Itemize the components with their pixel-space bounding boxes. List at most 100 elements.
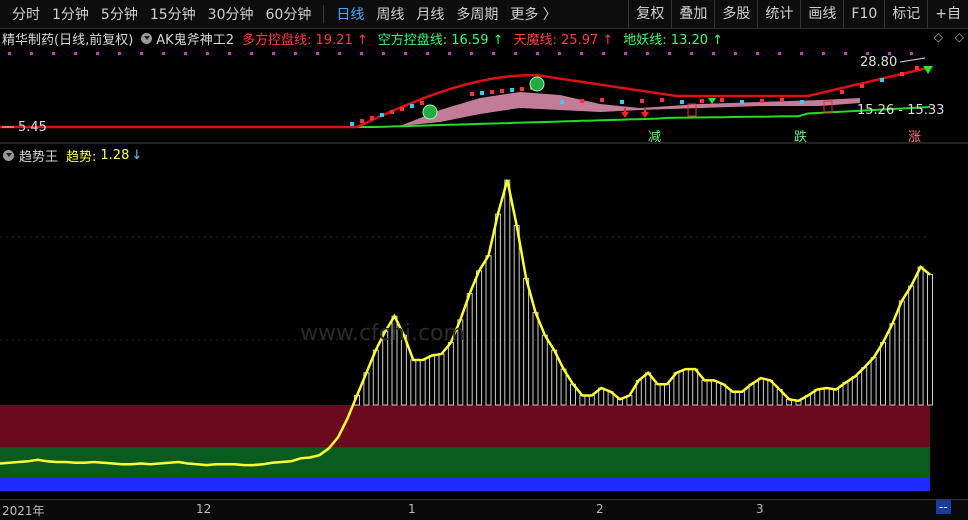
signal-dot xyxy=(734,52,737,55)
sub-indicator-info: 趋势王 趋势: 1.28 ↓ xyxy=(0,145,142,165)
sub-indicator-dropdown-icon[interactable] xyxy=(3,149,14,161)
trend-bar xyxy=(485,255,492,406)
trend-bar xyxy=(673,372,680,406)
trend-bar xyxy=(588,395,595,406)
candle-mark xyxy=(560,100,564,104)
candle-mark xyxy=(640,99,644,103)
low-price-label: 5.45 xyxy=(18,120,47,135)
sub-indicator-name: 趋势王 xyxy=(19,149,59,165)
trend-bar xyxy=(410,359,417,406)
time-label: 2 xyxy=(596,502,604,516)
candle-mark xyxy=(370,116,374,120)
candle-mark xyxy=(510,88,514,92)
trend-bar xyxy=(870,357,877,406)
buy-diamond-icon xyxy=(422,104,438,120)
signal-dot xyxy=(712,52,715,55)
trend-bar xyxy=(851,376,858,406)
signal-dot xyxy=(602,52,605,55)
signal-label: 涨 xyxy=(908,130,921,145)
candle-mark xyxy=(680,100,684,104)
chart-canvas: 28.80 15.26 - 15.33 5.45 减 跌 涨 www.cfchi.com xyxy=(0,52,968,491)
trend-bar xyxy=(654,383,661,406)
trend-bar xyxy=(720,383,727,406)
trend-bar xyxy=(664,383,670,406)
trend-bar xyxy=(682,368,689,406)
signal-dot xyxy=(404,52,407,55)
signal-dot xyxy=(96,52,99,55)
trend-bar xyxy=(645,372,652,406)
signal-label: 跌 xyxy=(794,129,807,145)
zone-band-green xyxy=(0,447,930,477)
watermark-text: www.cfchi.com xyxy=(300,321,465,346)
signal-dot xyxy=(30,52,33,55)
signal-label: 减 xyxy=(648,130,661,145)
signal-dot xyxy=(536,52,539,55)
trend-bar xyxy=(823,387,830,406)
trend-bar xyxy=(889,323,896,406)
trend-bar xyxy=(880,342,886,406)
signal-dot xyxy=(646,52,649,55)
signal-dot xyxy=(184,52,187,55)
signal-dot xyxy=(250,52,253,55)
signal-dot xyxy=(756,52,759,55)
down-arrow-icon xyxy=(708,98,716,104)
signal-dot xyxy=(52,52,55,55)
signal-dot xyxy=(558,52,561,55)
candle-mark xyxy=(580,99,584,103)
trend-label: 趋势: xyxy=(66,149,97,165)
signal-dot xyxy=(470,52,473,55)
time-label: 2021年 xyxy=(2,504,45,518)
candle-mark xyxy=(520,87,524,91)
time-axis: 2021年 12 1 2 3 -- xyxy=(0,499,968,520)
price-pointer-line xyxy=(899,57,926,63)
time-label: 1 xyxy=(408,502,416,516)
candle-mark xyxy=(915,66,919,70)
trend-bar xyxy=(560,368,567,406)
candle-mark xyxy=(840,90,844,94)
trend-bar xyxy=(532,311,539,406)
trend-bar xyxy=(927,274,933,406)
signal-dot xyxy=(206,52,209,55)
candle-mark xyxy=(480,91,484,95)
candle-mark xyxy=(600,98,604,102)
trend-bar xyxy=(504,179,511,406)
candle-mark xyxy=(720,98,724,102)
signal-dot xyxy=(8,52,11,55)
signal-dot xyxy=(228,52,231,55)
signal-dot xyxy=(118,52,121,55)
signal-dot xyxy=(800,52,803,55)
signal-dot xyxy=(822,52,825,55)
signal-dot xyxy=(514,52,517,55)
trend-bar xyxy=(898,300,905,406)
trend-bar xyxy=(701,379,708,406)
candle-mark xyxy=(350,122,354,126)
signal-dot xyxy=(844,52,847,55)
candle-mark xyxy=(760,99,764,103)
trend-bar xyxy=(438,353,445,406)
candle-mark xyxy=(700,99,704,103)
trend-arrow: ↓ xyxy=(131,147,143,163)
signal-dot xyxy=(140,52,143,55)
trend-bar xyxy=(739,391,746,406)
signal-dot xyxy=(338,52,341,55)
trend-value: 1.28 xyxy=(100,147,130,163)
trend-bar xyxy=(419,359,426,406)
upper-band-line xyxy=(0,66,931,129)
trend-bar xyxy=(692,368,699,406)
signal-dot xyxy=(690,52,693,55)
trend-bar xyxy=(579,395,586,406)
candle-mark xyxy=(500,89,504,93)
signal-dot xyxy=(294,52,297,55)
trend-bar xyxy=(551,349,558,406)
trend-bar xyxy=(908,285,915,406)
signal-dot xyxy=(162,52,165,55)
signal-dot xyxy=(360,52,363,55)
candle-mark xyxy=(780,98,784,102)
candle-mark xyxy=(400,107,404,111)
signal-dot xyxy=(382,52,385,55)
candle-mark xyxy=(470,92,474,96)
candle-mark xyxy=(660,98,664,102)
candle-mark xyxy=(390,110,394,114)
high-price-label: 28.80 xyxy=(860,55,897,70)
trend-bar xyxy=(476,270,483,406)
